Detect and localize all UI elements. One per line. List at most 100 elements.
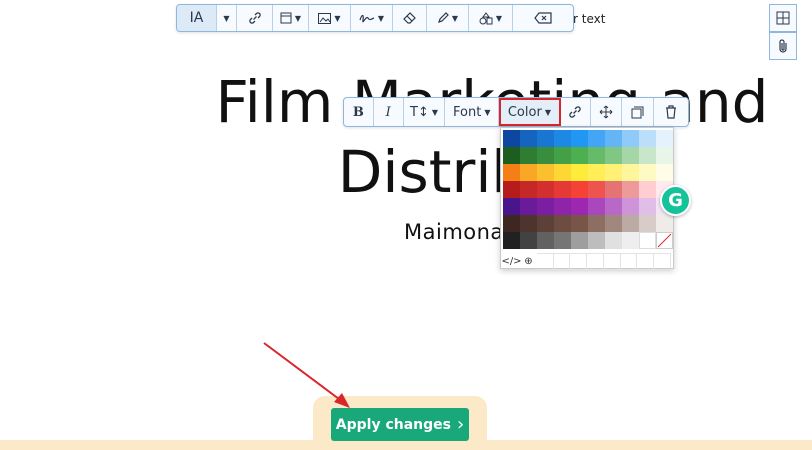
color-swatch[interactable]: [622, 232, 639, 249]
color-swatch[interactable]: [639, 164, 656, 181]
color-swatch[interactable]: [537, 130, 554, 147]
bold-button[interactable]: B: [344, 98, 374, 126]
color-swatch[interactable]: [503, 147, 520, 164]
color-swatch[interactable]: [656, 130, 673, 147]
apply-changes-button[interactable]: Apply changes ›: [331, 408, 469, 441]
color-swatch[interactable]: [571, 130, 588, 147]
color-swatch[interactable]: [605, 232, 622, 249]
color-swatch[interactable]: [554, 215, 571, 232]
font-button[interactable]: Font ▼: [445, 98, 500, 126]
color-swatch[interactable]: [520, 181, 537, 198]
color-swatch[interactable]: [503, 164, 520, 181]
text-style-button[interactable]: IA: [177, 5, 217, 31]
color-swatch[interactable]: [588, 232, 605, 249]
color-swatch[interactable]: [537, 198, 554, 215]
color-swatch[interactable]: [605, 215, 622, 232]
color-swatch[interactable]: [571, 232, 588, 249]
color-swatch[interactable]: [622, 130, 639, 147]
custom-color-slot[interactable]: [654, 252, 672, 270]
grammarly-icon[interactable]: G: [660, 185, 691, 216]
color-swatch[interactable]: [571, 164, 588, 181]
color-swatch[interactable]: [588, 164, 605, 181]
layout-button[interactable]: ▼: [273, 5, 309, 31]
color-swatch[interactable]: [656, 147, 673, 164]
color-swatch[interactable]: [605, 181, 622, 198]
custom-color-slot[interactable]: [536, 252, 554, 270]
color-swatch[interactable]: [537, 232, 554, 249]
color-swatch[interactable]: [520, 232, 537, 249]
grid-button[interactable]: [769, 4, 797, 32]
custom-color-slot[interactable]: [553, 252, 571, 270]
color-swatch[interactable]: [588, 130, 605, 147]
backspace-button[interactable]: [513, 5, 573, 31]
custom-color-slot[interactable]: [587, 252, 604, 270]
text-size-button[interactable]: T↕ ▼: [404, 98, 446, 126]
color-swatch[interactable]: [588, 198, 605, 215]
delete-button[interactable]: [654, 98, 688, 126]
color-swatch[interactable]: [537, 164, 554, 181]
no-color-swatch[interactable]: [656, 232, 673, 249]
move-button[interactable]: [591, 98, 623, 126]
color-swatch[interactable]: [571, 215, 588, 232]
color-swatch[interactable]: [656, 164, 673, 181]
color-swatch[interactable]: [554, 147, 571, 164]
custom-color-slot[interactable]: [620, 252, 638, 270]
color-swatch[interactable]: [520, 164, 537, 181]
color-swatch[interactable]: [656, 215, 673, 232]
color-swatch[interactable]: [588, 147, 605, 164]
shapes-button[interactable]: ▼: [469, 5, 513, 31]
color-swatch[interactable]: [588, 181, 605, 198]
color-swatch[interactable]: [571, 181, 588, 198]
color-swatch[interactable]: [554, 164, 571, 181]
link-button[interactable]: [237, 5, 273, 31]
color-swatch[interactable]: [554, 181, 571, 198]
color-swatch[interactable]: [622, 147, 639, 164]
code-icon[interactable]: </>: [501, 253, 521, 270]
color-swatch[interactable]: [639, 198, 656, 215]
color-swatch[interactable]: [503, 232, 520, 249]
color-swatch[interactable]: [605, 198, 622, 215]
color-button[interactable]: Color ▼: [499, 98, 561, 126]
crosshair-icon[interactable]: ⊕: [520, 253, 537, 270]
format-link-button[interactable]: [561, 98, 591, 126]
text-style-dropdown-button[interactable]: ▼: [217, 5, 237, 31]
color-swatch[interactable]: [537, 215, 554, 232]
color-swatch[interactable]: [571, 198, 588, 215]
eraser-button[interactable]: [393, 5, 427, 31]
color-swatch[interactable]: [622, 164, 639, 181]
color-swatch[interactable]: [520, 215, 537, 232]
color-swatch[interactable]: [537, 181, 554, 198]
color-swatch[interactable]: [605, 164, 622, 181]
custom-color-slot[interactable]: [603, 252, 621, 270]
color-swatch[interactable]: [639, 215, 656, 232]
color-swatch[interactable]: [639, 130, 656, 147]
color-swatch[interactable]: [605, 130, 622, 147]
color-swatch[interactable]: [554, 198, 571, 215]
attachment-button[interactable]: [769, 32, 797, 60]
color-swatch[interactable]: [622, 215, 639, 232]
color-swatch[interactable]: [639, 147, 656, 164]
color-swatch[interactable]: [503, 215, 520, 232]
color-swatch[interactable]: [503, 198, 520, 215]
color-swatch[interactable]: [503, 130, 520, 147]
color-swatch[interactable]: [588, 215, 605, 232]
color-swatch[interactable]: [554, 232, 571, 249]
color-swatch[interactable]: [639, 181, 656, 198]
image-button[interactable]: ▼: [309, 5, 351, 31]
color-swatch[interactable]: [520, 198, 537, 215]
color-swatch[interactable]: [537, 147, 554, 164]
color-swatch[interactable]: [605, 147, 622, 164]
custom-color-slot[interactable]: [637, 252, 655, 270]
color-swatch[interactable]: [622, 181, 639, 198]
color-swatch[interactable]: [503, 181, 520, 198]
color-swatch[interactable]: [571, 147, 588, 164]
custom-color-slot[interactable]: [570, 252, 588, 270]
color-swatch[interactable]: [622, 198, 639, 215]
signature-button[interactable]: ▼: [351, 5, 393, 31]
color-swatch[interactable]: [639, 232, 656, 249]
duplicate-button[interactable]: [622, 98, 655, 126]
color-swatch[interactable]: [554, 130, 571, 147]
color-swatch[interactable]: [520, 130, 537, 147]
color-swatch[interactable]: [520, 147, 537, 164]
highlighter-button[interactable]: ▼: [427, 5, 469, 31]
